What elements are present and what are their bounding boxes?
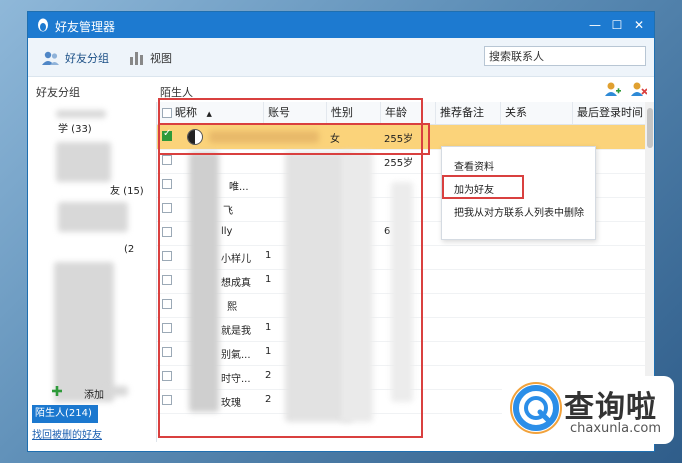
recover-deleted-friends-link[interactable]: 找回被删的好友	[32, 426, 102, 441]
group-item[interactable]: 友 (15)	[110, 182, 144, 197]
nickname-cell: 小样儿	[221, 254, 251, 265]
nickname-cell: 飞	[223, 206, 233, 217]
toolbar: 好友分组 视图	[28, 38, 654, 77]
window-title: 好友管理器	[55, 20, 116, 34]
remove-contact-icon[interactable]	[631, 81, 647, 97]
account-cell: 1	[265, 322, 272, 333]
bar-chart-icon	[130, 52, 143, 65]
group-item[interactable]: 学 (33)	[58, 120, 92, 135]
group-sidebar: 学 (33) 友 (15) (2 添加	[28, 102, 146, 442]
col-last-login[interactable]: 最后登录时间	[572, 102, 645, 124]
blurred-text	[58, 202, 128, 232]
age-cell: 6	[384, 226, 391, 237]
blurred-avatars	[189, 152, 219, 412]
watermark-en: chaxunla.com	[570, 421, 661, 436]
blurred-gender	[341, 152, 373, 422]
row-checkbox[interactable]	[162, 395, 172, 405]
close-button[interactable]: ✕	[628, 16, 650, 34]
col-gender[interactable]: 性别	[326, 102, 380, 124]
search-input[interactable]	[484, 46, 646, 66]
col-account[interactable]: 账号	[263, 102, 326, 124]
nickname-cell: 时守...	[221, 374, 251, 385]
row-checkbox[interactable]	[162, 347, 172, 357]
age-cell: 255岁	[384, 158, 414, 169]
friend-groups-label: 好友分组	[65, 52, 109, 65]
age-cell: 255岁	[384, 134, 414, 145]
blurred-text	[209, 131, 319, 143]
row-checkbox[interactable]	[162, 251, 172, 261]
row-checkbox[interactable]	[162, 128, 172, 141]
blurred-text	[106, 386, 128, 396]
col-remark[interactable]: 推荐备注	[435, 102, 500, 124]
scroll-thumb[interactable]	[647, 108, 653, 148]
blurred-age	[391, 182, 413, 402]
watermark-cn: 查询啦	[564, 390, 657, 425]
row-checkbox[interactable]	[162, 299, 172, 309]
maximize-button[interactable]: ☐	[606, 16, 628, 34]
nickname-cell: 唯...	[229, 182, 249, 193]
table-header: 昵称 ▲ 账号 性别 年龄 推荐备注 关系 最后登录时间	[157, 102, 645, 125]
qq-penguin-icon	[38, 18, 48, 32]
account-cell: 1	[265, 346, 272, 357]
account-cell: 1	[265, 250, 272, 261]
menu-item-view-profile[interactable]: 查看资料	[454, 158, 494, 173]
nickname-cell: 想成真	[221, 278, 251, 289]
nickname-cell: lly	[221, 226, 233, 237]
account-cell: 2	[265, 370, 272, 381]
gender-cell: 女	[330, 134, 340, 145]
context-menu: 查看资料 加为好友 把我从对方联系人列表中删除	[441, 146, 596, 240]
select-all-checkbox[interactable]	[162, 108, 172, 118]
watermark: 查询啦 chaxunla.com	[502, 376, 674, 444]
group-item-strangers[interactable]: 陌生人(214)	[32, 405, 98, 423]
blurred-text	[56, 110, 106, 118]
nickname-cell: 熙	[227, 302, 237, 313]
row-checkbox[interactable]	[162, 227, 172, 237]
menu-item-add-friend[interactable]: 加为好友	[454, 181, 494, 196]
title-bar: 好友管理器 — ☐ ✕	[28, 12, 654, 38]
row-checkbox[interactable]	[162, 323, 172, 333]
blurred-text	[54, 262, 114, 402]
add-contact-icon[interactable]	[605, 81, 621, 97]
add-group-label[interactable]: 添加	[84, 386, 104, 401]
row-checkbox[interactable]	[162, 275, 172, 285]
watermark-logo-icon	[510, 382, 562, 434]
nickname-cell: 就是我	[221, 326, 251, 337]
groups-heading: 好友分组	[36, 86, 80, 99]
col-relation[interactable]: 关系	[500, 102, 572, 124]
list-heading: 陌生人	[160, 86, 193, 99]
account-cell: 2	[265, 394, 272, 405]
col-nickname[interactable]: 昵称 ▲	[157, 102, 263, 124]
add-group-icon[interactable]	[52, 386, 62, 396]
nickname-cell: 别氣...	[221, 350, 251, 361]
col-age[interactable]: 年龄	[380, 102, 435, 124]
nickname-cell: 玫瑰	[221, 398, 241, 409]
minimize-button[interactable]: —	[584, 16, 606, 34]
row-checkbox[interactable]	[162, 203, 172, 213]
row-checkbox[interactable]	[162, 371, 172, 381]
account-cell: 1	[265, 274, 272, 285]
view-label: 视图	[150, 52, 172, 65]
row-checkbox[interactable]	[162, 155, 172, 165]
view-tool[interactable]: 视图	[129, 48, 172, 68]
avatar	[187, 129, 203, 145]
row-checkbox[interactable]	[162, 179, 172, 189]
users-icon	[42, 51, 59, 65]
friend-groups-tool[interactable]: 好友分组	[42, 48, 109, 68]
menu-item-remove-me[interactable]: 把我从对方联系人列表中删除	[454, 204, 584, 219]
group-item[interactable]: (2	[124, 244, 134, 255]
blurred-text	[56, 142, 111, 182]
